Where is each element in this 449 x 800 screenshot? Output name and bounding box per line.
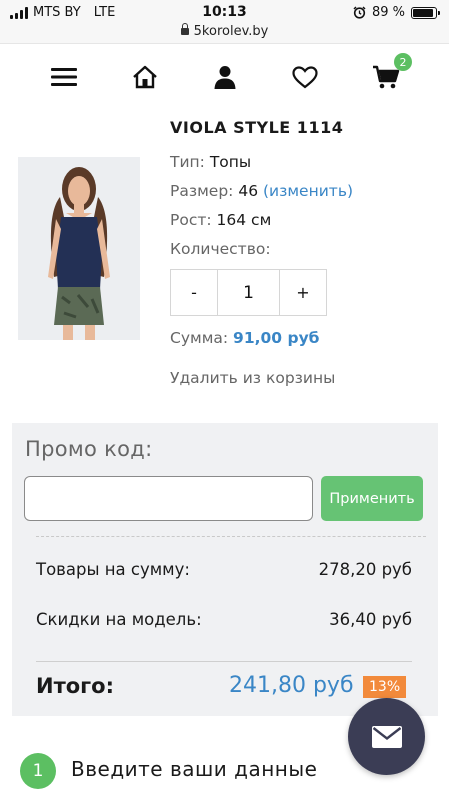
remove-from-cart-link[interactable]: Удалить из корзины bbox=[170, 369, 335, 387]
status-right: 89 % bbox=[353, 5, 440, 20]
type-value: Топы bbox=[209, 153, 252, 171]
quantity-label: Количество: bbox=[170, 240, 271, 258]
product-height-row: Рост: 164 см bbox=[170, 211, 271, 229]
size-value: 46 bbox=[238, 182, 259, 200]
quantity-stepper: - 1 + bbox=[170, 269, 327, 316]
height-value: 164 см bbox=[216, 211, 272, 229]
product-image[interactable] bbox=[18, 157, 140, 340]
goods-total-value: 278,20 руб bbox=[318, 560, 412, 579]
height-label: Рост: bbox=[170, 211, 212, 229]
status-bar: MTS BY LTE 10:13 89 % 5korolev.by bbox=[0, 0, 449, 44]
step-title: Введите ваши данные bbox=[71, 757, 318, 781]
divider bbox=[36, 536, 426, 537]
change-size-link[interactable]: (изменить) bbox=[263, 182, 353, 200]
top-nav: 2 bbox=[0, 53, 449, 99]
product-type-row: Тип: Топы bbox=[170, 153, 251, 171]
battery-percent: 89 % bbox=[371, 5, 405, 20]
discount-row: Скидки на модель: 36,40 руб bbox=[36, 610, 412, 629]
divider bbox=[36, 661, 412, 662]
apply-promo-button[interactable]: Применить bbox=[321, 476, 423, 521]
lock-icon bbox=[180, 23, 189, 35]
discount-label: Скидки на модель: bbox=[36, 610, 202, 629]
menu-icon[interactable] bbox=[48, 61, 80, 93]
type-label: Тип: bbox=[170, 153, 205, 171]
total-label: Итого: bbox=[36, 674, 114, 698]
promo-code-input[interactable] bbox=[24, 476, 313, 521]
home-icon[interactable] bbox=[129, 61, 161, 93]
product-size-row: Размер: 46 (изменить) bbox=[170, 182, 353, 200]
product-title[interactable]: VIOLA STYLE 1114 bbox=[170, 118, 343, 137]
quantity-value[interactable]: 1 bbox=[217, 270, 280, 315]
total-value: 241,80 руб bbox=[229, 673, 354, 698]
sum-label: Сумма: bbox=[170, 329, 229, 347]
quantity-minus-button[interactable]: - bbox=[171, 270, 217, 315]
product-sum-row: Сумма: 91,00 руб bbox=[170, 329, 320, 347]
size-label: Размер: bbox=[170, 182, 234, 200]
envelope-icon bbox=[371, 725, 402, 748]
order-summary-panel: Промо код: Применить Товары на сумму: 27… bbox=[12, 423, 438, 716]
sum-value: 91,00 руб bbox=[233, 329, 320, 347]
goods-total-label: Товары на сумму: bbox=[36, 560, 190, 579]
goods-total-row: Товары на сумму: 278,20 руб bbox=[36, 560, 412, 579]
cart-count-badge: 2 bbox=[394, 53, 412, 71]
discount-value: 36,40 руб bbox=[329, 610, 412, 629]
user-icon[interactable] bbox=[209, 61, 241, 93]
alarm-icon bbox=[353, 6, 366, 19]
quantity-plus-button[interactable]: + bbox=[280, 270, 326, 315]
url-bar[interactable]: 5korolev.by bbox=[0, 23, 449, 39]
url-domain: 5korolev.by bbox=[193, 24, 269, 39]
cart-icon[interactable]: 2 bbox=[370, 53, 412, 93]
discount-percent-badge: 13% bbox=[363, 676, 407, 698]
promo-code-label: Промо код: bbox=[25, 437, 153, 461]
battery-icon bbox=[411, 6, 440, 19]
heart-icon[interactable] bbox=[289, 61, 321, 93]
step-number-badge: 1 bbox=[20, 753, 56, 789]
contact-mail-button[interactable] bbox=[348, 698, 425, 775]
